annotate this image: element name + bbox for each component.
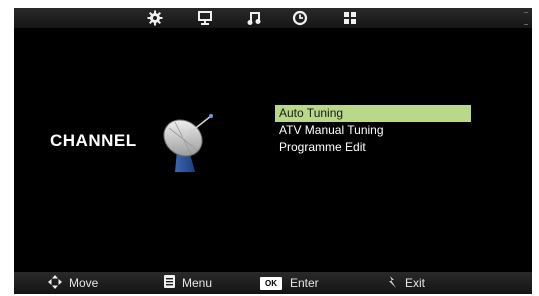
- menu-item-auto-tuning[interactable]: Auto Tuning: [275, 105, 471, 122]
- ok-badge: OK: [260, 276, 282, 290]
- menu-item-programme-edit[interactable]: Programme Edit: [275, 139, 471, 156]
- exit-label: Exit: [405, 276, 426, 290]
- bottom-hint-bar: Move Menu OK Enter Exit: [14, 272, 532, 294]
- channel-menu-list: Auto Tuning ATV Manual Tuning Programme …: [275, 105, 471, 156]
- move-arrows-icon: [48, 274, 62, 292]
- satellite-dish-icon: [161, 110, 215, 172]
- hint-enter: OK Enter: [260, 272, 319, 294]
- music-note-icon[interactable]: [246, 10, 262, 26]
- exit-icon: [388, 275, 398, 292]
- hint-exit: Exit: [388, 272, 425, 294]
- section-title: CHANNEL: [50, 131, 137, 150]
- top-menu-bar: [14, 8, 532, 28]
- grid-icon[interactable]: [342, 10, 358, 26]
- enter-label: Enter: [290, 276, 319, 290]
- menu-item-atv-manual-tuning[interactable]: ATV Manual Tuning: [275, 122, 471, 139]
- tv-osd-screen: CHANNEL Auto Tuning ATV Manual Tuning Pr…: [14, 8, 532, 294]
- clock-icon[interactable]: [292, 10, 308, 26]
- frame-tick: [524, 12, 528, 13]
- channel-menu-panel: CHANNEL Auto Tuning ATV Manual Tuning Pr…: [14, 28, 532, 272]
- gear-icon[interactable]: [147, 10, 163, 26]
- hint-move: Move: [48, 272, 98, 294]
- menu-icon: [164, 275, 175, 291]
- menu-label: Menu: [182, 276, 213, 290]
- frame-tick: [524, 24, 528, 25]
- move-label: Move: [69, 276, 99, 290]
- hint-menu: Menu: [164, 272, 212, 294]
- monitor-icon[interactable]: [197, 10, 213, 26]
